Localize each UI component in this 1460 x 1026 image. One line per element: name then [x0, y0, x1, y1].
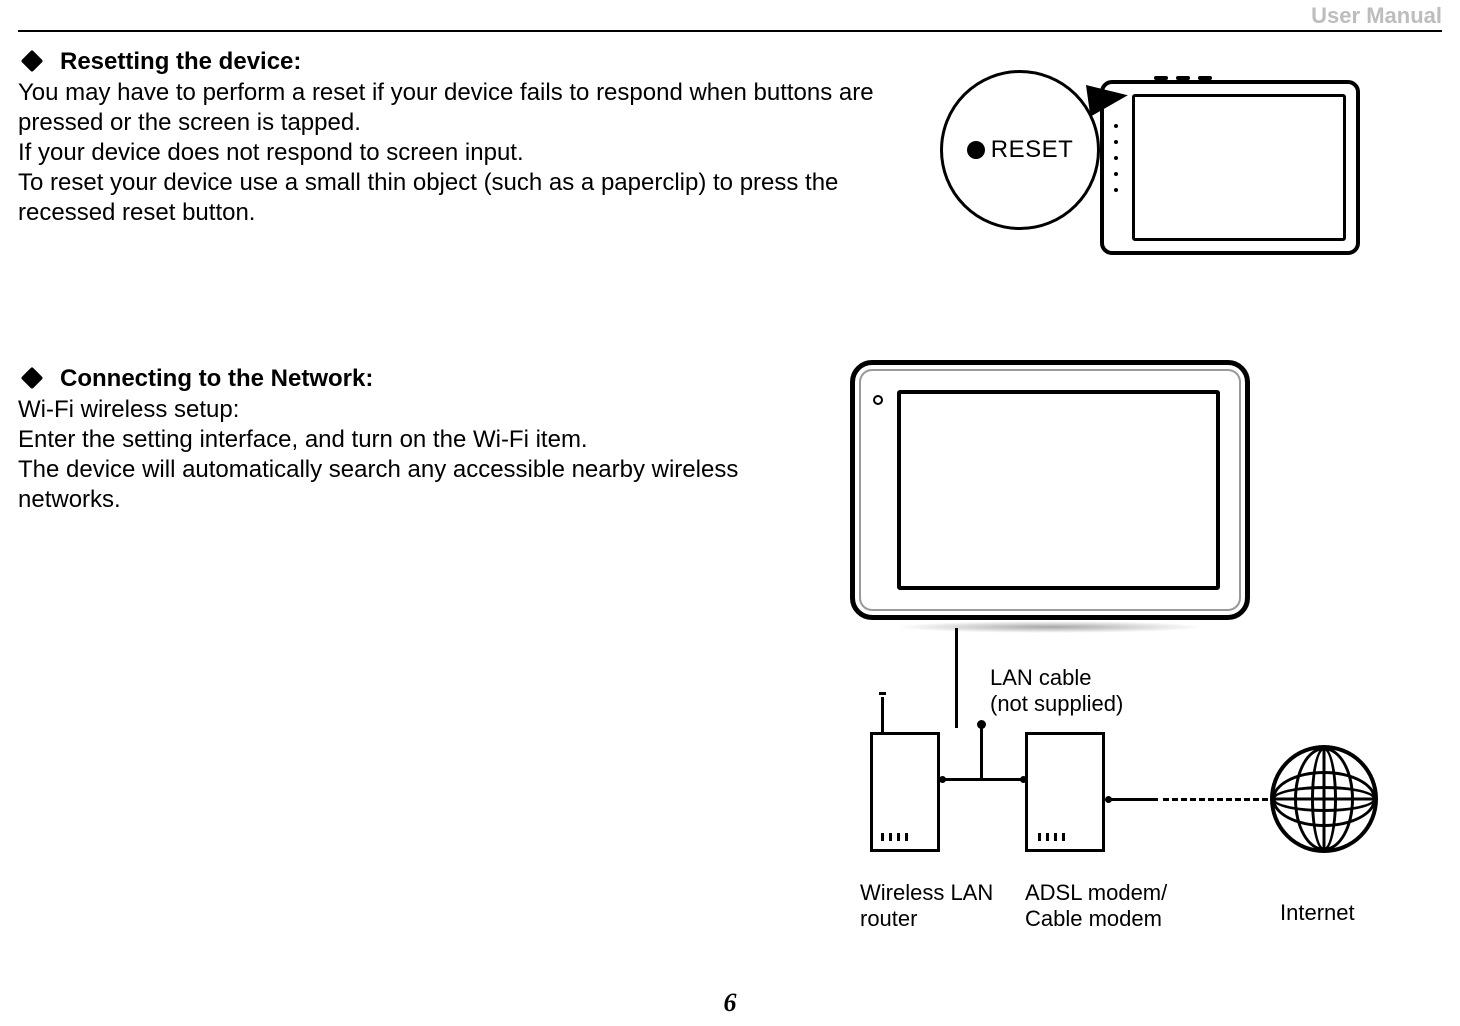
caption-router-line1: Wireless LAN — [860, 880, 993, 906]
caption-router-line2: router — [860, 906, 993, 932]
paragraph: If your device does not respond to scree… — [18, 138, 918, 168]
paragraph: To reset your device use a small thin ob… — [18, 168, 918, 228]
section-heading: Resetting the device: — [60, 48, 301, 76]
section-network: Connecting to the Network: Wi-Fi wireles… — [18, 365, 818, 515]
tablet-back-icon — [1100, 80, 1360, 255]
header-divider — [18, 30, 1442, 32]
caption-modem-line2: Cable modem — [1025, 906, 1167, 932]
callout-arrow-icon — [1086, 79, 1130, 116]
reset-label: RESET — [991, 136, 1074, 164]
caption-modem: ADSL modem/ Cable modem — [1025, 880, 1167, 933]
paragraph: Wi-Fi wireless setup: — [18, 395, 818, 425]
reset-button-dot-icon — [967, 141, 985, 159]
router-icon — [870, 732, 940, 852]
tablet-front-icon — [850, 360, 1250, 620]
paragraph: Enter the setting interface, and turn on… — [18, 425, 818, 455]
figure-network-diagram: LAN cable (not supplied) Wireless LAN ro… — [850, 360, 1410, 890]
cable-joint-dot-icon — [977, 720, 986, 729]
diamond-bullet-icon — [21, 50, 44, 73]
lan-cable-lead-icon — [980, 724, 983, 780]
caption-router: Wireless LAN router — [860, 880, 993, 933]
paragraph: You may have to perform a reset if your … — [18, 78, 918, 138]
wireless-link-line-icon — [955, 628, 958, 728]
lan-cable-label: LAN cable (not supplied) — [990, 665, 1123, 718]
callout-circle: RESET — [940, 70, 1100, 230]
section-heading-row: Connecting to the Network: — [18, 365, 818, 393]
figure-reset-device: RESET — [940, 70, 1360, 270]
section-heading: Connecting to the Network: — [60, 365, 373, 393]
internet-cable-icon — [1108, 798, 1268, 801]
diamond-bullet-icon — [21, 367, 44, 390]
internet-globe-icon — [1270, 745, 1378, 853]
header-title: User Manual — [1311, 3, 1442, 29]
lan-cable-icon — [942, 778, 1024, 781]
caption-internet: Internet — [1280, 900, 1355, 926]
lan-label-line1: LAN cable — [990, 665, 1123, 691]
caption-modem-line1: ADSL modem/ — [1025, 880, 1167, 906]
paragraph: The device will automatically search any… — [18, 455, 818, 515]
section-resetting: Resetting the device: You may have to pe… — [18, 48, 918, 228]
lan-label-line2: (not supplied) — [990, 691, 1123, 717]
modem-icon — [1025, 732, 1105, 852]
section-heading-row: Resetting the device: — [18, 48, 918, 76]
page-number: 6 — [724, 988, 737, 1018]
